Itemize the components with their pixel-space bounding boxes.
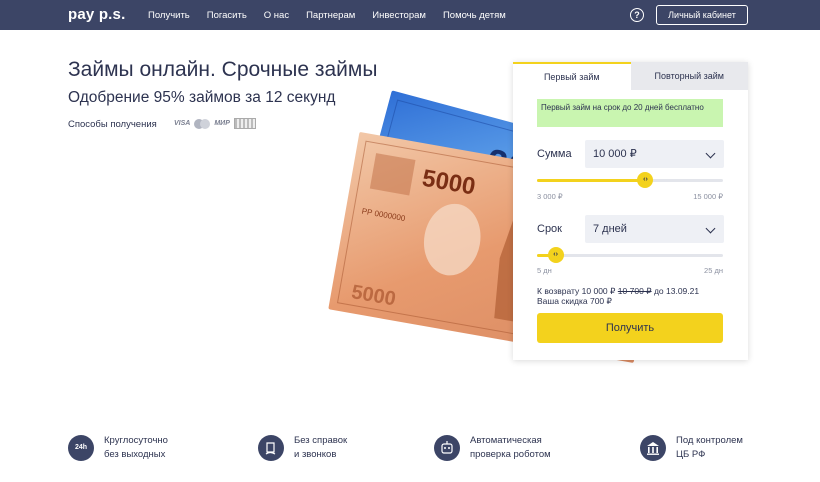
feature-line: Под контролем — [676, 435, 743, 446]
page-subtitle: Одобрение 95% займов за 12 секунд — [68, 89, 336, 106]
amount-label: Сумма — [537, 148, 572, 160]
amount-slider[interactable]: ‹› — [537, 172, 723, 188]
term-label: Срок — [537, 223, 562, 235]
methods-label: Способы получения — [68, 119, 157, 130]
hand-document-icon — [258, 435, 284, 461]
feature-line: без выходных — [104, 449, 166, 460]
chevron-down-icon — [705, 223, 716, 234]
tab-first-loan[interactable]: Первый займ — [513, 62, 631, 90]
loan-tabs: Первый займ Повторный займ — [513, 62, 748, 90]
amount-value: 10 000 ₽ — [593, 148, 637, 160]
visa-logo: VISA — [174, 120, 191, 127]
repay-amount: К возврату 10 000 ₽ — [537, 286, 616, 296]
personal-cabinet-button[interactable]: Личный кабинет — [656, 5, 748, 25]
repayment-summary: К возврату 10 000 ₽ 10 700 ₽ до 13.09.21… — [537, 286, 699, 306]
repay-old-amount: 10 700 ₽ — [617, 286, 652, 296]
amount-select[interactable]: 10 000 ₽ — [585, 140, 724, 168]
nav-repay[interactable]: Погасить — [207, 10, 247, 21]
amount-min: 3 000 ₽ — [537, 192, 563, 201]
bank-building-icon — [640, 435, 666, 461]
loan-calculator: Первый займ Повторный займ Первый займ н… — [513, 62, 748, 360]
feature-line: Автоматическая — [470, 435, 542, 446]
feature-line: и звонков — [294, 449, 337, 460]
amount-slider-handle[interactable]: ‹› — [637, 172, 654, 188]
logo[interactable]: pay p.s. — [68, 6, 125, 23]
main-nav: Получить Погасить О нас Партнерам Инвест… — [148, 0, 523, 30]
nav-help-children[interactable]: Помочь детям — [443, 10, 506, 21]
get-loan-button[interactable]: Получить — [537, 313, 723, 343]
repay-date: до 13.09.21 — [653, 286, 700, 296]
term-slider-handle[interactable]: ‹› — [547, 247, 564, 263]
term-slider[interactable]: ‹› — [537, 247, 723, 263]
nav-about[interactable]: О нас — [264, 10, 289, 21]
feature-line: Без справок — [294, 435, 348, 446]
help-icon[interactable]: ? — [630, 8, 644, 22]
amount-slider-fill — [537, 179, 646, 182]
nav-investors[interactable]: Инвесторам — [372, 10, 426, 21]
feature-robot: Автоматическая проверка роботом — [434, 434, 551, 462]
nav-get[interactable]: Получить — [148, 10, 190, 21]
term-min: 5 дн — [537, 266, 552, 275]
feature-line: проверка роботом — [470, 449, 551, 460]
payment-logos: VISA МИР — [174, 118, 256, 129]
term-select[interactable]: 7 дней — [585, 215, 724, 243]
feature-24h: 24h Круглосуточно без выходных — [68, 434, 168, 462]
feature-cb-control: Под контролем ЦБ РФ — [640, 434, 743, 462]
mir-logo: МИР — [214, 120, 230, 127]
promo-banner: Первый займ на срок до 20 дней бесплатно — [537, 99, 723, 127]
top-nav-bar: pay p.s. Получить Погасить О нас Партнер… — [0, 0, 820, 30]
term-max: 25 дн — [704, 266, 723, 275]
page-title: Займы онлайн. Срочные займы — [68, 58, 378, 81]
bank-card-icon — [233, 118, 256, 129]
discount-text: Ваша скидка 700 ₽ — [537, 296, 612, 306]
mastercard-icon — [194, 118, 211, 129]
robot-icon — [434, 435, 460, 461]
term-value: 7 дней — [593, 223, 627, 235]
nav-partners[interactable]: Партнерам — [306, 10, 355, 21]
tab-repeat-loan[interactable]: Повторный займ — [630, 62, 748, 90]
chevron-down-icon — [705, 148, 716, 159]
amount-max: 15 000 ₽ — [693, 192, 723, 201]
feature-line: Круглосуточно — [104, 435, 168, 446]
feature-no-docs: Без справок и звонков — [258, 434, 347, 462]
clock-24h-icon: 24h — [68, 435, 94, 461]
feature-line: ЦБ РФ — [676, 449, 706, 460]
